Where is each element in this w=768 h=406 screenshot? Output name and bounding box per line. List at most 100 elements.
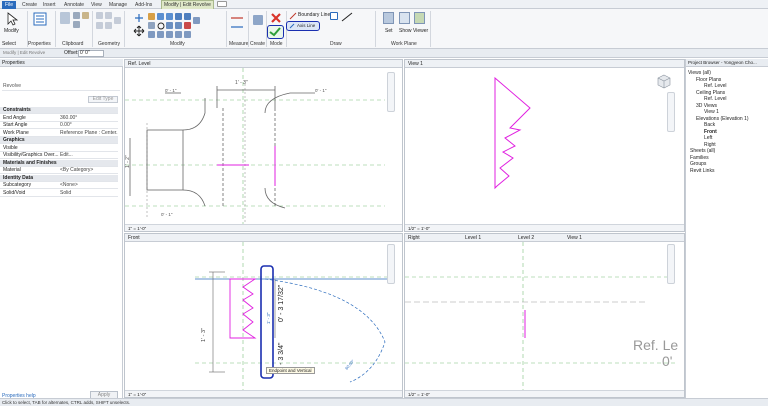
browser-tree-item[interactable]: Right [704, 142, 716, 148]
viewport-right-scale[interactable]: 1/2" = 1'-0" [405, 390, 684, 397]
move-icon[interactable] [133, 25, 145, 37]
tab-modify-edit-revolve[interactable]: Modify | Edit Revolve [161, 0, 214, 9]
modify-cursor-icon[interactable] [5, 12, 19, 26]
tab-manage[interactable]: Manage [109, 1, 127, 9]
property-value[interactable]: Solid [60, 190, 71, 196]
properties-section-header[interactable]: Identity Data [0, 174, 118, 182]
navigation-bar-front[interactable] [387, 244, 395, 284]
set-workplane-icon[interactable] [383, 12, 394, 24]
viewport-view1-scale[interactable]: 1/2" = 1'-0" [405, 224, 684, 231]
property-value[interactable]: 0.00° [60, 122, 72, 128]
edit-type-button[interactable]: Edit Type [88, 96, 118, 103]
tab-dropdown-icon[interactable] [217, 1, 227, 7]
property-value[interactable]: Edit... [60, 152, 73, 158]
rotate-icon[interactable] [157, 22, 165, 30]
property-value[interactable]: 360.00° [60, 115, 77, 121]
copy-icon[interactable] [73, 21, 80, 28]
browser-tree-item[interactable]: Ref. Level [704, 83, 727, 89]
align-icon[interactable] [133, 12, 145, 24]
browser-tree-item[interactable]: Back [704, 122, 715, 128]
navigation-bar[interactable] [387, 72, 395, 112]
viewport-ref-level[interactable]: Ref. Level 1' - 3" 1' - 2" 0' - 1" 0' - … [124, 59, 403, 232]
properties-section-header[interactable]: Graphics [0, 137, 118, 144]
browser-tree-item[interactable]: View 1 [704, 109, 719, 115]
measure-icon[interactable] [230, 13, 244, 35]
browser-tree-item[interactable]: Families [690, 155, 709, 161]
delete-element-icon[interactable] [193, 17, 200, 24]
offset-icon[interactable] [148, 13, 155, 20]
mirror-axis-icon[interactable] [157, 13, 164, 20]
tab-create[interactable]: Create [22, 1, 37, 9]
tab-file[interactable]: File [2, 1, 17, 9]
axis-line-button[interactable]: Axis Line [286, 21, 320, 31]
finish-edit-mode-button[interactable] [267, 25, 284, 39]
array-icon[interactable] [148, 31, 155, 38]
viewer-label[interactable]: Viewer [413, 28, 428, 34]
view1-drawing[interactable] [405, 68, 684, 225]
viewer-icon[interactable] [414, 12, 425, 24]
properties-section-header[interactable]: Constraints [0, 107, 118, 114]
set-label[interactable]: Set [385, 28, 393, 34]
front-drawing[interactable]: 1' - 3" 0' - 3 17/32" 1' - 3" 0' - 3 3/4… [125, 242, 402, 392]
browser-tree-item[interactable]: Elevations (Elevation 1) [696, 116, 749, 122]
browser-tree-item[interactable]: Ceiling Plans [696, 90, 725, 96]
viewport-right-title[interactable]: Right [408, 235, 420, 241]
navigation-bar-right[interactable] [667, 244, 675, 284]
split-gap-icon[interactable] [184, 31, 191, 38]
browser-tree-item[interactable]: Revit Links [690, 168, 714, 174]
viewport-front-scale[interactable]: 1" = 1'-0" [125, 390, 402, 397]
browser-tree-item[interactable]: Front [704, 129, 717, 135]
pin-icon[interactable] [184, 13, 191, 20]
split-icon[interactable] [175, 13, 182, 20]
trim-multiple-icon[interactable] [175, 31, 182, 38]
viewport-front[interactable]: Front 1' - 3" 0' - 3 17/32" 1' - 3" 0' -… [124, 233, 403, 398]
property-value[interactable]: Reference Plane : Center... [60, 130, 118, 136]
viewport-ref-level-scale[interactable]: 1" = 1'-0" [125, 224, 402, 231]
draw-line-icon[interactable] [341, 12, 353, 22]
right-drawing[interactable] [405, 242, 684, 392]
cut-icon[interactable] [73, 12, 80, 19]
browser-tree-item[interactable]: Groups [690, 161, 706, 167]
ref-level-drawing[interactable]: 1' - 3" 1' - 2" 0' - 1" 0' - 1" 0' - 1" [125, 68, 402, 225]
tab-add-ins[interactable]: Add-Ins [135, 1, 152, 9]
viewport-right[interactable]: Right Level 1 Level 2 View 1 Ref. Le 0' … [404, 233, 685, 398]
viewcube-icon[interactable] [656, 74, 672, 90]
tab-insert[interactable]: Insert [43, 1, 56, 9]
pick-lines-icon[interactable] [330, 12, 338, 20]
show-label[interactable]: Show [399, 28, 412, 34]
tab-annotate[interactable]: Annotate [64, 1, 84, 9]
select-dropdown[interactable]: Select [2, 41, 16, 47]
tab-view-1[interactable]: View 1 [567, 234, 582, 242]
scale-icon[interactable] [157, 31, 164, 38]
trim-single-icon[interactable] [175, 22, 182, 29]
browser-tree-item[interactable]: 3D Views [696, 103, 717, 109]
tab-level-1[interactable]: Level 1 [465, 234, 481, 242]
property-value[interactable]: <None> [60, 182, 78, 188]
navigation-bar-3d[interactable] [667, 92, 675, 132]
boundary-line-label[interactable]: Boundary Line [298, 12, 330, 18]
property-value[interactable]: <By Category> [60, 167, 93, 173]
tab-level-2[interactable]: Level 2 [518, 234, 534, 242]
paint-icon[interactable] [114, 17, 121, 24]
properties-section-header[interactable]: Materials and Finishes [0, 159, 118, 167]
browser-tree-item[interactable]: Ref. Level [704, 96, 727, 102]
show-workplane-icon[interactable] [399, 12, 410, 24]
browser-tree-item[interactable]: Views (all) [688, 70, 711, 76]
type-selector[interactable]: Revolve [2, 70, 120, 91]
cancel-edit-mode-icon[interactable] [270, 12, 282, 24]
copy-element-icon[interactable] [148, 22, 155, 29]
browser-tree-item[interactable]: Left [704, 135, 712, 141]
cut-geometry-icon[interactable] [105, 12, 112, 19]
mirror-draw-icon[interactable] [166, 13, 173, 20]
join-icon[interactable] [96, 22, 103, 29]
viewport-view1[interactable]: View 1 1/2" = 1'-0" [404, 59, 685, 232]
trim-icon[interactable] [166, 22, 173, 29]
browser-tree-item[interactable]: Floor Plans [696, 77, 721, 83]
browser-tree-item[interactable]: Sheets (all) [690, 148, 715, 154]
match-type-icon[interactable] [82, 12, 89, 19]
unpin-icon[interactable] [166, 31, 173, 38]
tab-view[interactable]: View [91, 1, 102, 9]
delete-icon[interactable] [184, 22, 191, 29]
offset-input[interactable]: 0' 0" [78, 50, 104, 57]
split-face-icon[interactable] [105, 22, 112, 29]
